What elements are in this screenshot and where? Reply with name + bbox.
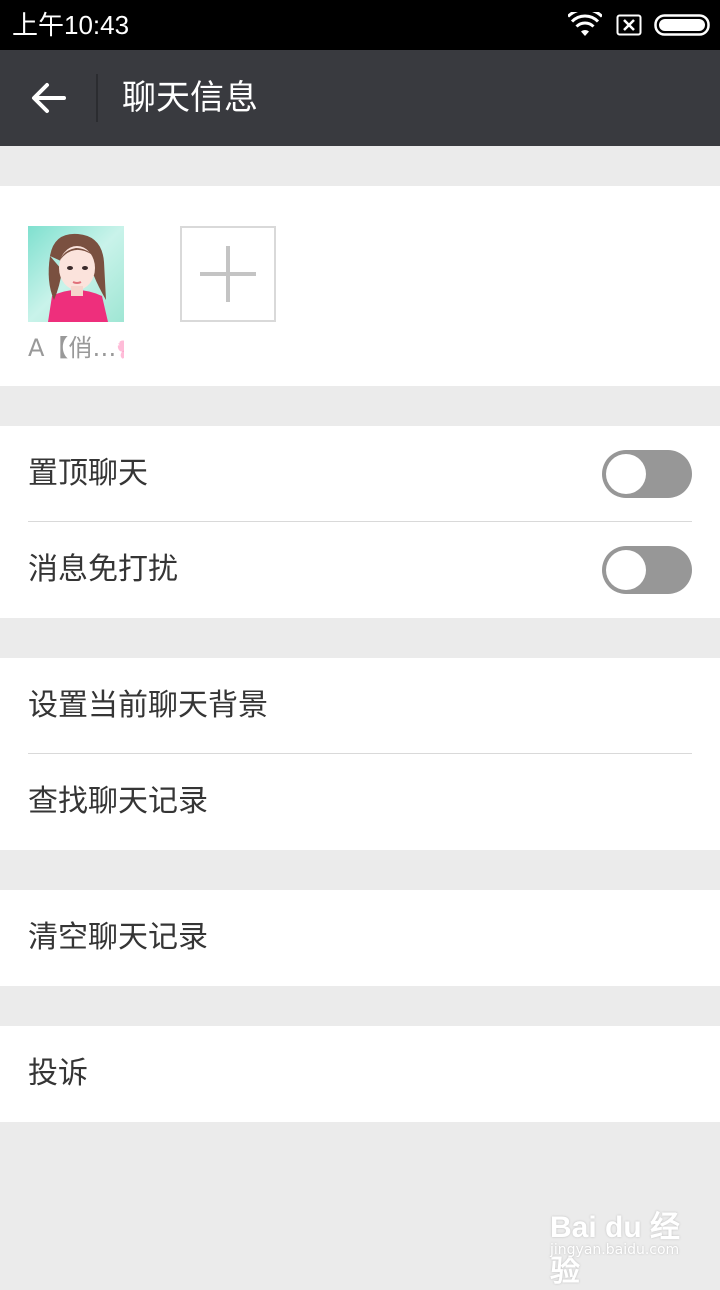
arrow-left-icon xyxy=(30,82,66,114)
watermark-url: jingyan.baidu.com xyxy=(550,1242,679,1258)
mute-toggle[interactable] xyxy=(602,546,692,594)
app-bar-divider xyxy=(96,74,98,122)
add-member-button[interactable] xyxy=(180,226,276,322)
set-background-label: 设置当前聊天背景 xyxy=(28,658,268,754)
member-item[interactable]: A【俏…🌸 xyxy=(28,226,124,366)
plus-icon xyxy=(182,228,274,320)
toggle-knob xyxy=(606,454,646,494)
search-history-row[interactable]: 查找聊天记录 xyxy=(0,754,720,850)
toggle-section: 置顶聊天 消息免打扰 xyxy=(0,426,720,618)
report-section: 投诉 xyxy=(0,1026,720,1122)
clear-section: 清空聊天记录 xyxy=(0,890,720,986)
search-history-label: 查找聊天记录 xyxy=(28,754,208,850)
sim-off-icon xyxy=(616,14,642,36)
avatar[interactable] xyxy=(28,226,124,322)
page-title: 聊天信息 xyxy=(122,50,258,146)
clear-history-row[interactable]: 清空聊天记录 xyxy=(0,890,720,986)
app-bar: 聊天信息 xyxy=(0,50,720,146)
mute-row[interactable]: 消息免打扰 xyxy=(0,522,720,618)
report-label: 投诉 xyxy=(28,1026,88,1122)
pin-chat-row[interactable]: 置顶聊天 xyxy=(0,426,720,522)
watermark: Bai du 经验 jingyan.baidu.com xyxy=(550,1202,680,1266)
wifi-icon xyxy=(568,12,602,38)
clear-history-label: 清空聊天记录 xyxy=(28,890,208,986)
mute-label: 消息免打扰 xyxy=(28,522,178,618)
pin-chat-toggle[interactable] xyxy=(602,450,692,498)
set-background-row[interactable]: 设置当前聊天背景 xyxy=(0,658,720,754)
report-row[interactable]: 投诉 xyxy=(0,1026,720,1122)
toggle-knob xyxy=(606,550,646,590)
status-bar: 上午10:43 xyxy=(0,0,720,50)
status-time: 上午10:43 xyxy=(12,8,129,42)
member-name: A【俏…🌸 xyxy=(28,330,124,366)
battery-icon xyxy=(654,14,710,36)
members-section: A【俏…🌸 xyxy=(0,186,720,386)
pin-chat-label: 置顶聊天 xyxy=(28,426,148,522)
chat-options-section: 设置当前聊天背景 查找聊天记录 xyxy=(0,658,720,850)
back-button[interactable] xyxy=(0,50,96,146)
